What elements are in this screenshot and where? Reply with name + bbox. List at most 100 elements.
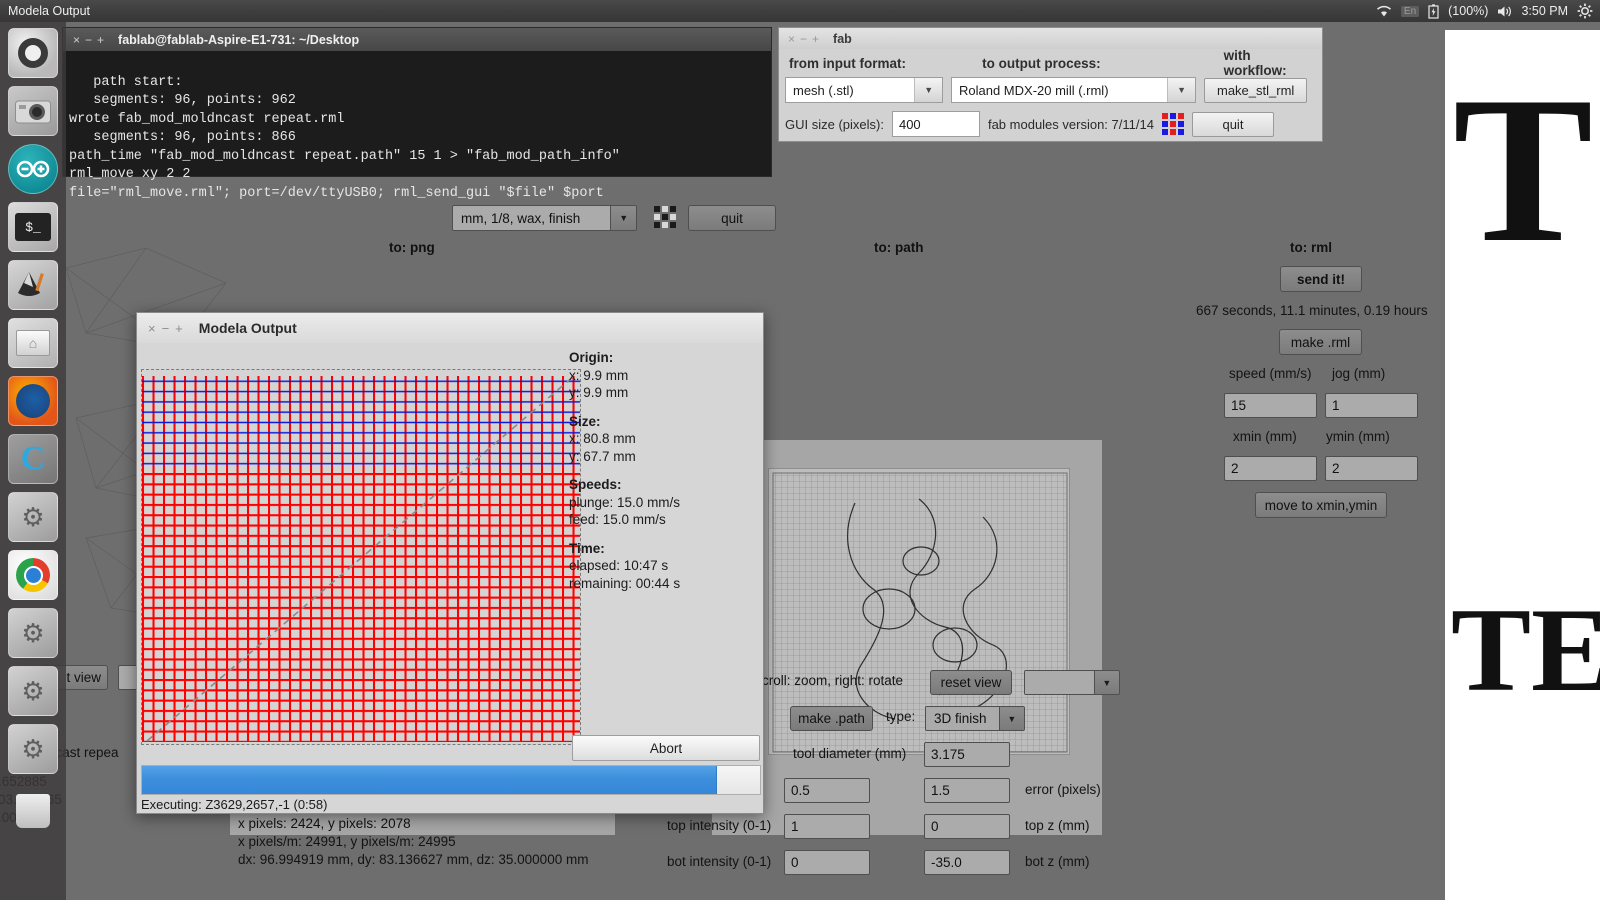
modela-info-panel: Origin: x: 9.9 mm y: 9.9 mm Size: x: 80.… (569, 349, 759, 592)
fab-window[interactable]: ×−+ fab from input format: to output pro… (778, 27, 1323, 142)
bot-z-input[interactable]: -35.0 (924, 850, 1010, 875)
volume-icon[interactable] (1497, 5, 1512, 18)
unity-launcher: $_ ⌂ C ⚙ ⚙ ⚙ ⚙ (0, 22, 66, 900)
feed-speed-value: feed: 15.0 mm/s (569, 512, 666, 527)
launcher-item-settings-2[interactable]: ⚙ (8, 608, 58, 658)
folder-home-icon: ⌂ (16, 330, 50, 356)
keyboard-layout-indicator[interactable]: En (1400, 5, 1420, 17)
launcher-item-terminal[interactable]: $_ (8, 202, 58, 252)
mouse-hint-label: croll: zoom, right: rotate (762, 673, 904, 688)
launcher-item-files[interactable]: ⌂ (8, 318, 58, 368)
launcher-item-chrome[interactable] (8, 550, 58, 600)
plunge-speed-value: plunge: 15.0 mm/s (569, 494, 681, 510)
tool-diameter-input[interactable]: 3.175 (924, 742, 1010, 767)
reset-view-button[interactable]: reset view (930, 670, 1012, 695)
info-line-1: x pixels/m: 24991, y pixels/m: 24995 (238, 834, 456, 849)
error-label: error (pixels) (1025, 782, 1101, 797)
terminal-title: fablab@fablab-Aspire-E1-731: ~/Desktop (118, 32, 360, 47)
launcher-item-settings-3[interactable]: ⚙ (8, 666, 58, 716)
terminal-icon: $_ (15, 213, 51, 241)
size-y-value: y: 67.7 mm (569, 448, 636, 464)
xmin-label: xmin (mm) (1233, 429, 1297, 444)
fab-window-title: fab (833, 31, 852, 46)
firefox-icon (16, 384, 50, 418)
arduino-infinity-icon (16, 160, 50, 178)
terminal-output[interactable]: path start: segments: 96, points: 962 wr… (63, 51, 771, 226)
ymin-label: ymin (mm) (1326, 429, 1390, 444)
terminal-line-2: wrote fab_mod_moldncast repeat.rml (69, 111, 345, 127)
make-rml-button[interactable]: make .rml (1279, 329, 1362, 355)
modela-status-label: Executing: Z3629,2657,-1 (0:58) (141, 797, 328, 812)
info-line-0: x pixels: 2424, y pixels: 2078 (238, 816, 411, 831)
launcher-item-settings-1[interactable]: ⚙ (8, 492, 58, 542)
inkscape-icon (18, 272, 44, 296)
modela-title-label: Modela Output (198, 320, 297, 336)
gear-icon-launcher-4: ⚙ (21, 733, 45, 764)
active-window-title: Modela Output (8, 4, 90, 18)
info-line-2: dx: 96.994919 mm, dy: 83.136627 mm, dz: … (238, 852, 589, 867)
input-format-value: mesh (.stl) (786, 78, 915, 102)
input-format-combo[interactable]: mesh (.stl) ▼ (785, 77, 943, 103)
terminal-line-6: file="rml_move.rml"; port=/dev/ttyUSB0; … (69, 185, 604, 201)
view-select-value (1025, 671, 1094, 694)
launcher-item-arduino[interactable] (8, 144, 58, 194)
speed-label: speed (mm/s) (1229, 366, 1312, 381)
fab-quit-button[interactable]: quit (1191, 111, 1274, 137)
launcher-item-trash[interactable] (8, 786, 58, 836)
output-process-combo[interactable]: Roland MDX-20 mill (.rml) ▼ (951, 77, 1196, 103)
size-x-value: x: 80.8 mm (569, 431, 636, 446)
launcher-item-settings-4[interactable]: ⚙ (8, 724, 58, 774)
battery-percent-label[interactable]: (100%) (1448, 4, 1488, 18)
remaining-time-value: remaining: 00:44 s (569, 575, 681, 591)
terminal-window[interactable]: ×−+ fablab@fablab-Aspire-E1-731: ~/Deskt… (62, 27, 772, 201)
xmin-input[interactable]: 2 (1224, 456, 1317, 481)
time-estimate-label: 667 seconds, 11.1 minutes, 0.19 hours (1196, 303, 1428, 318)
jog-input[interactable]: 1 (1325, 393, 1418, 418)
type-combo[interactable]: 3D finish ▼ (925, 706, 1025, 731)
gear-icon-launcher-2: ⚙ (21, 617, 45, 648)
chevron-down-icon-output: ▼ (1167, 78, 1195, 102)
gear-icon[interactable] (1577, 3, 1593, 19)
error-input[interactable]: 1.5 (924, 778, 1010, 803)
terminal-titlebar: ×−+ fablab@fablab-Aspire-E1-731: ~/Deskt… (63, 28, 771, 51)
terminal-line-3: segments: 96, points: 866 (69, 130, 296, 145)
speed-input[interactable]: 15 (1224, 393, 1317, 418)
abort-button[interactable]: Abort (572, 735, 760, 761)
window-controls-terminal[interactable]: ×−+ (73, 33, 109, 47)
battery-icon[interactable] (1428, 3, 1439, 19)
top-z-input[interactable]: 0 (924, 814, 1010, 839)
cut-depth-input[interactable]: 0.5 (784, 778, 870, 803)
document-glyph-top: T (1453, 54, 1594, 286)
launcher-item-chromium[interactable]: C (8, 434, 58, 484)
bot-z-label: bot z (mm) (1025, 854, 1090, 869)
unity-top-panel: Modela Output En (100%) 3:50 PM (0, 0, 1600, 22)
launcher-item-inkscape[interactable] (8, 260, 58, 310)
launcher-item-camera[interactable] (8, 86, 58, 136)
modela-output-dialog[interactable]: ×−+ Modela Output Origin: x: 9.9 mm y: 9… (136, 312, 764, 814)
make-path-button[interactable]: make .path (790, 706, 873, 731)
origin-y-value: y: 9.9 mm (569, 385, 629, 400)
size-header: Size: (569, 413, 601, 429)
origin-header: Origin: (569, 350, 614, 365)
window-controls-fab[interactable]: ×−+ (788, 32, 824, 46)
view-select-combo[interactable]: ▼ (1024, 670, 1120, 695)
speeds-header: Speeds: (569, 477, 622, 492)
ymin-input[interactable]: 2 (1325, 456, 1418, 481)
origin-x-value: x: 9.9 mm (569, 367, 629, 383)
document-glyph-bottom: TE (1451, 583, 1600, 716)
send-it-button[interactable]: send it! (1280, 266, 1362, 292)
fab-titlebar: ×−+ fab (779, 28, 1322, 49)
top-intensity-input[interactable]: 1 (784, 814, 870, 839)
bot-intensity-input[interactable]: 0 (784, 850, 870, 875)
gear-icon-launcher-1: ⚙ (21, 501, 45, 532)
workflow-label: with workflow: (1223, 48, 1287, 78)
window-controls-modela[interactable]: ×−+ (148, 321, 189, 336)
workflow-button[interactable]: make_stl_rml (1204, 77, 1308, 103)
progress-bar-fill (142, 766, 717, 794)
clock-label[interactable]: 3:50 PM (1521, 4, 1568, 18)
launcher-item-ubuntu-dash[interactable] (8, 28, 58, 78)
wifi-icon[interactable] (1376, 5, 1392, 18)
move-to-xmin-ymin-button[interactable]: move to xmin,ymin (1255, 492, 1387, 518)
gui-size-input[interactable]: 400 (891, 111, 980, 137)
launcher-item-firefox[interactable] (8, 376, 58, 426)
